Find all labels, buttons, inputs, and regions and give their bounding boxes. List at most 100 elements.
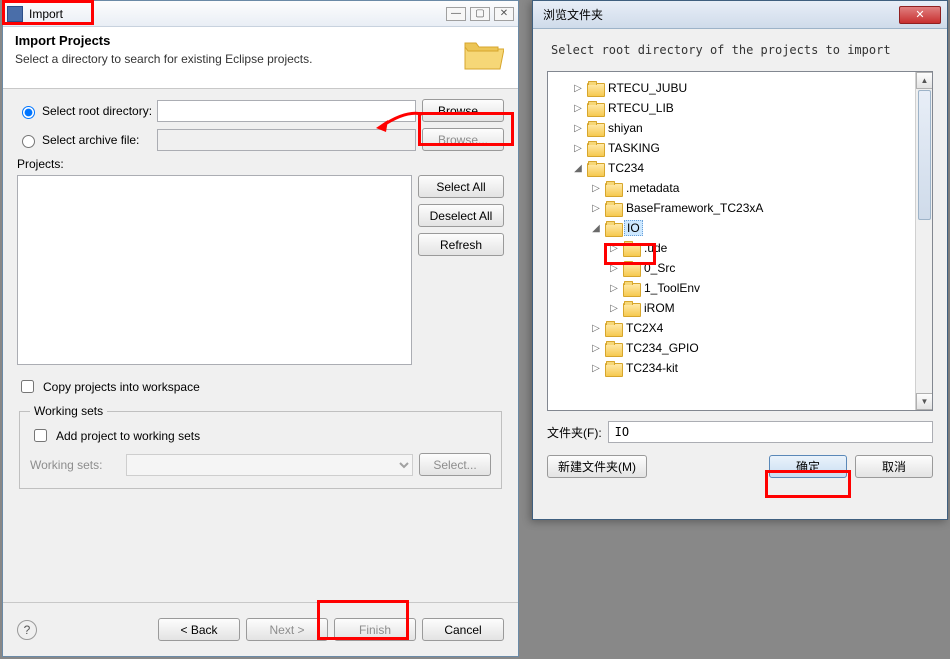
folder-icon [623, 281, 639, 295]
import-titlebar[interactable]: Import — ▢ ✕ [3, 1, 518, 27]
select-archive-radio[interactable]: Select archive file: [17, 132, 157, 148]
browse-folder-dialog: 浏览文件夹 ✕ Select root directory of the pro… [532, 0, 948, 520]
back-button[interactable]: < Back [158, 618, 240, 641]
tree-expander[interactable]: ▷ [590, 363, 602, 374]
add-to-ws-input[interactable] [34, 429, 47, 442]
tree-expander[interactable]: ▷ [590, 323, 602, 334]
folder-icon [605, 321, 621, 335]
tree-expander[interactable]: ▷ [608, 263, 620, 274]
projects-area: Select All Deselect All Refresh [17, 175, 504, 365]
tree-expander[interactable]: ▷ [608, 243, 620, 254]
tree-expander[interactable]: ◢ [590, 223, 602, 234]
add-to-ws-label: Add project to working sets [56, 429, 200, 443]
folder-icon [605, 361, 621, 375]
tree-item-label: RTECU_LIB [606, 101, 676, 115]
tree-item-label: 1_ToolEnv [642, 281, 702, 295]
tree-item-label: BaseFramework_TC23xA [624, 201, 765, 215]
tree-scrollbar[interactable]: ▲ ▼ [915, 72, 932, 410]
tree-item[interactable]: ▷.ude [552, 238, 928, 258]
folder-field-label: 文件夹(F): [547, 424, 602, 441]
app-icon [7, 6, 23, 22]
tree-expander[interactable]: ▷ [572, 123, 584, 134]
tree-item[interactable]: ▷ TASKING [552, 138, 928, 158]
root-radio-input[interactable] [22, 106, 35, 119]
tree-item-label: 0_Src [642, 261, 677, 275]
working-sets-combo [126, 454, 413, 476]
browse-close-button[interactable]: ✕ [899, 6, 941, 24]
window-title: Import [29, 7, 446, 21]
tree-item[interactable]: ▷iROM [552, 298, 928, 318]
tree-item-label: IO [624, 220, 643, 236]
tree-expander[interactable]: ▷ [572, 83, 584, 94]
copy-projects-checkbox[interactable]: Copy projects into workspace [17, 377, 504, 396]
tree-item-label: TC234_GPIO [624, 341, 701, 355]
tree-item[interactable]: ▷ RTECU_LIB [552, 98, 928, 118]
archive-radio-input[interactable] [22, 135, 35, 148]
ok-button[interactable]: 确定 [769, 455, 847, 478]
select-all-button[interactable]: Select All [418, 175, 504, 198]
scroll-up-button[interactable]: ▲ [916, 72, 933, 89]
tree-expander[interactable]: ▷ [590, 343, 602, 354]
next-button: Next > [246, 618, 328, 641]
tree-expander[interactable]: ▷ [572, 103, 584, 114]
tree-expander[interactable]: ▷ [608, 283, 620, 294]
tree-item[interactable]: ▷ 0_Src [552, 258, 928, 278]
archive-file-row: Select archive file: Browse... [17, 128, 504, 151]
folder-name-input[interactable] [608, 421, 933, 443]
arrow-to-browse [376, 108, 424, 134]
tree-item[interactable]: ▷ TC2X4 [552, 318, 928, 338]
copy-projects-input[interactable] [21, 380, 34, 393]
tree-expander[interactable]: ▷ [572, 143, 584, 154]
folder-icon [587, 101, 603, 115]
working-sets-label: Working sets: [30, 458, 120, 472]
maximize-button[interactable]: ▢ [470, 7, 490, 21]
tree-item[interactable]: ▷TC234-kit [552, 358, 928, 378]
folder-icon [623, 301, 639, 315]
tree-expander[interactable]: ▷ [590, 203, 602, 214]
folder-icon [623, 261, 639, 275]
folder-tree[interactable]: ▷RTECU_JUBU▷RTECU_LIB▷shiyan▷TASKING◢TC2… [548, 72, 932, 410]
cancel-button[interactable]: Cancel [422, 618, 504, 641]
browse-cancel-button[interactable]: 取消 [855, 455, 933, 478]
close-button[interactable]: ✕ [494, 7, 514, 21]
tree-item[interactable]: ◢TC234 [552, 158, 928, 178]
select-root-radio[interactable]: Select root directory: [17, 103, 157, 119]
wizard-content: Select root directory: Browse... Select … [3, 89, 518, 602]
browse-root-button[interactable]: Browse... [422, 99, 504, 122]
window-controls: — ▢ ✕ [446, 7, 514, 21]
tree-item[interactable]: ▷RTECU_JUBU [552, 78, 928, 98]
browse-title: 浏览文件夹 [543, 6, 899, 23]
folder-tree-container: ▷RTECU_JUBU▷RTECU_LIB▷shiyan▷TASKING◢TC2… [547, 71, 933, 411]
wizard-banner: Import Projects Select a directory to se… [3, 27, 518, 89]
import-dialog: Import — ▢ ✕ Import Projects Select a di… [2, 0, 519, 657]
scroll-thumb[interactable] [918, 90, 931, 220]
wizard-buttonbar: ? < Back Next > Finish Cancel [3, 602, 518, 656]
folder-icon [605, 181, 621, 195]
tree-item[interactable]: ▷ shiyan [552, 118, 928, 138]
tree-item-label: TASKING [606, 141, 662, 155]
tree-item[interactable]: ▷ BaseFramework_TC23xA [552, 198, 928, 218]
tree-item[interactable]: ▷ 1_ToolEnv [552, 278, 928, 298]
minimize-button[interactable]: — [446, 7, 466, 21]
browse-titlebar[interactable]: 浏览文件夹 ✕ [533, 1, 947, 29]
banner-title: Import Projects [15, 33, 506, 48]
tree-item-label: TC2X4 [624, 321, 665, 335]
tree-expander[interactable]: ▷ [590, 183, 602, 194]
new-folder-button[interactable]: 新建文件夹(M) [547, 455, 647, 478]
tree-item[interactable]: ▷.metadata [552, 178, 928, 198]
folder-icon [587, 141, 603, 155]
deselect-all-button[interactable]: Deselect All [418, 204, 504, 227]
tree-item[interactable]: ◢ IO [552, 218, 928, 238]
projects-label: Projects: [17, 157, 504, 171]
projects-listbox[interactable] [17, 175, 412, 365]
folder-icon [605, 201, 621, 215]
tree-item-label: shiyan [606, 121, 645, 135]
refresh-button[interactable]: Refresh [418, 233, 504, 256]
archive-radio-label: Select archive file: [42, 133, 139, 147]
tree-expander[interactable]: ◢ [572, 163, 584, 174]
add-to-ws-checkbox[interactable]: Add project to working sets [30, 426, 491, 445]
tree-item[interactable]: ▷ TC234_GPIO [552, 338, 928, 358]
tree-expander[interactable]: ▷ [608, 303, 620, 314]
scroll-down-button[interactable]: ▼ [916, 393, 933, 410]
help-button[interactable]: ? [17, 620, 37, 640]
